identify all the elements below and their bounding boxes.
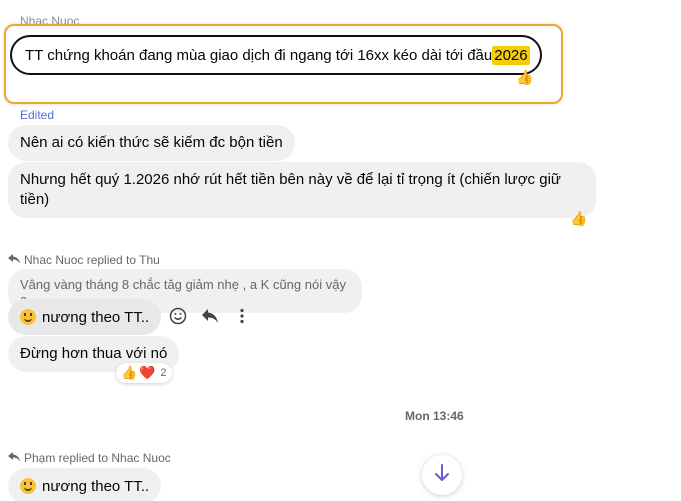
reply-bubble[interactable]: nương theo TT.. — [8, 299, 162, 335]
timestamp: Mon 13:46 — [405, 409, 464, 423]
thumbs-up-icon: 👍 — [121, 365, 138, 380]
reply-text: nương theo TT.. — [42, 308, 150, 326]
arrow-down-icon — [434, 463, 450, 487]
message-actions — [167, 305, 253, 327]
reply-text: nương theo TT.. — [42, 477, 150, 495]
search-highlight: 2026 — [492, 45, 530, 65]
reply-icon — [8, 451, 20, 465]
thumbs-up-icon[interactable]: 👍 — [570, 211, 587, 225]
reply-header: Nhac Nuoc replied to Thu — [8, 253, 160, 267]
more-options-icon[interactable] — [231, 305, 253, 327]
chat-thread: Nhac Nuoc TT chứng khoán đang mùa giao d… — [0, 0, 681, 501]
scroll-to-bottom-button[interactable] — [422, 455, 462, 495]
reply-bubble[interactable]: nương theo TT.. — [8, 468, 162, 501]
emoji-react-icon[interactable] — [167, 305, 189, 327]
smile-icon — [20, 478, 36, 494]
reply-header-text: Nhac Nuoc replied to Thu — [24, 253, 160, 267]
reply-header-text: Phạm replied to Nhac Nuoc — [24, 451, 171, 465]
heart-icon: ❤️ — [139, 365, 156, 380]
edited-label: Edited — [20, 108, 55, 122]
reply-icon — [8, 253, 20, 267]
message-bubble[interactable]: Nhưng hết quý 1.2026 nhớ rút hết tiền bê… — [8, 162, 596, 218]
highlighted-message-bubble[interactable]: TT chứng khoán đang mùa giao dịch đi nga… — [10, 35, 542, 75]
reaction-summary[interactable]: 👍 ❤️ 2 — [116, 363, 172, 383]
smile-icon — [20, 309, 36, 325]
reply-header: Phạm replied to Nhac Nuoc — [8, 451, 171, 465]
message-text: TT chứng khoán đang mùa giao dịch đi nga… — [25, 46, 493, 64]
thumbs-up-icon[interactable]: 👍 — [516, 70, 533, 84]
reply-icon[interactable] — [199, 305, 221, 327]
reaction-count: 2 — [160, 367, 167, 379]
message-bubble[interactable]: Nên ai có kiến thức sẽ kiếm đc bộn tiền — [8, 125, 295, 161]
